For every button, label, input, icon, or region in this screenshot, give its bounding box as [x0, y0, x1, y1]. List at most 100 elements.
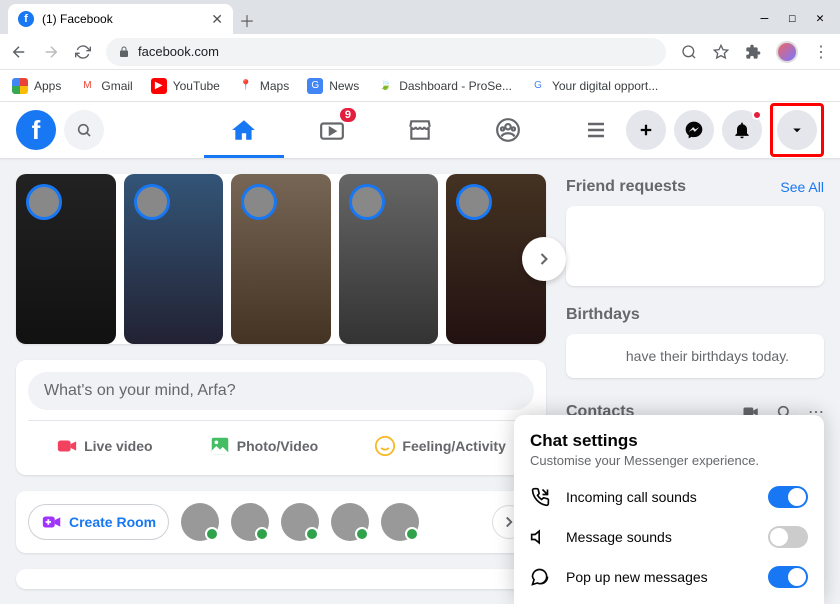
bookmark-digital[interactable]: GYour digital opport... [530, 78, 658, 94]
toggle-popup-messages[interactable] [768, 566, 808, 588]
bell-icon [732, 120, 752, 140]
marketplace-icon [407, 117, 433, 143]
facebook-logo[interactable]: f [16, 110, 56, 150]
forward-button[interactable] [42, 43, 60, 61]
phone-icon [530, 487, 552, 507]
story-card[interactable] [124, 174, 224, 344]
nav-watch[interactable]: 9 [292, 104, 372, 156]
create-room-button[interactable]: Create Room [28, 504, 169, 540]
menu-icon[interactable]: ⋮ [812, 43, 830, 61]
birthdays-text: xxxxxx have their birthdays today. [566, 334, 824, 378]
star-icon[interactable] [712, 43, 730, 61]
bookmark-dashboard[interactable]: 🍃Dashboard - ProSe... [377, 78, 512, 94]
story-card[interactable] [16, 174, 116, 344]
watch-icon [319, 117, 345, 143]
zoom-icon[interactable] [680, 43, 698, 61]
browser-tab[interactable]: f (1) Facebook ✕ [8, 4, 233, 34]
bookmark-apps[interactable]: Apps [12, 78, 61, 94]
photo-icon [209, 435, 231, 457]
youtube-icon: ▶ [151, 78, 167, 94]
profile-avatar[interactable] [776, 41, 798, 63]
story-avatar [349, 184, 385, 220]
facebook-header-right [626, 103, 824, 157]
apps-icon [12, 78, 28, 94]
facebook-favicon: f [18, 11, 34, 27]
stories-row [16, 174, 546, 344]
facebook-search-button[interactable] [64, 110, 104, 150]
rooms-card: Create Room [16, 491, 546, 553]
account-dropdown-button[interactable] [777, 110, 817, 150]
chevron-down-icon [788, 121, 806, 139]
smiley-icon [374, 435, 396, 457]
facebook-header: f 9 [0, 102, 840, 158]
setting-incoming-calls: Incoming call sounds [530, 486, 808, 508]
messenger-button[interactable] [674, 110, 714, 150]
camera-icon [56, 435, 78, 457]
setting-label: Pop up new messages [566, 569, 754, 585]
section-title: Birthdays [566, 306, 640, 324]
story-card[interactable] [339, 174, 439, 344]
address-bar[interactable]: facebook.com [106, 38, 666, 66]
account-highlight [770, 103, 824, 157]
chat-icon [530, 567, 552, 587]
feed-card [16, 569, 546, 589]
chat-settings-popover: Chat settings Customise your Messenger e… [514, 415, 824, 604]
room-contact-avatar[interactable] [281, 503, 319, 541]
popover-title: Chat settings [530, 431, 808, 451]
facebook-nav: 9 [204, 104, 636, 156]
maximize-button[interactable]: ☐ [788, 11, 796, 26]
room-contact-avatar[interactable] [331, 503, 369, 541]
composer-input[interactable]: What's on your mind, Arfa? [28, 372, 534, 410]
hamburger-icon [584, 118, 608, 142]
popover-subtitle: Customise your Messenger experience. [530, 453, 808, 468]
bookmark-gmail[interactable]: MGmail [79, 78, 132, 94]
back-button[interactable] [10, 43, 28, 61]
google-icon: G [530, 78, 546, 94]
url-text: facebook.com [138, 44, 219, 59]
bookmark-news[interactable]: GNews [307, 78, 359, 94]
nav-menu[interactable] [556, 104, 636, 156]
window-controls: — ☐ ✕ [761, 11, 840, 34]
nav-home[interactable] [204, 104, 284, 156]
story-avatar [26, 184, 62, 220]
composer-actions: Live video Photo/Video Feeling/Activity [28, 420, 534, 463]
extensions-icon[interactable] [744, 43, 762, 61]
room-contact-avatar[interactable] [231, 503, 269, 541]
gmail-icon: M [79, 78, 95, 94]
browser-titlebar: f (1) Facebook ✕ ＋ — ☐ ✕ [0, 0, 840, 34]
bookmark-maps[interactable]: 📍Maps [238, 78, 289, 94]
video-plus-icon [41, 511, 63, 533]
bookmark-youtube[interactable]: ▶YouTube [151, 78, 220, 94]
photo-video-button[interactable]: Photo/Video [199, 429, 328, 463]
stories-next-button[interactable] [522, 237, 566, 281]
setting-label: Incoming call sounds [566, 489, 754, 505]
groups-icon [495, 117, 521, 143]
minimize-button[interactable]: — [761, 11, 769, 26]
nav-marketplace[interactable] [380, 104, 460, 156]
story-avatar [134, 184, 170, 220]
bookmarks-bar: Apps MGmail ▶YouTube 📍Maps GNews 🍃Dashbo… [0, 70, 840, 102]
setting-label: Message sounds [566, 529, 754, 545]
create-button[interactable] [626, 110, 666, 150]
birthdays-header: Birthdays [566, 302, 824, 334]
new-tab-button[interactable]: ＋ [233, 6, 261, 34]
story-avatar [456, 184, 492, 220]
home-icon [231, 117, 257, 143]
plus-icon [637, 121, 655, 139]
reload-button[interactable] [74, 43, 92, 61]
room-contact-avatar[interactable] [381, 503, 419, 541]
live-video-button[interactable]: Live video [46, 429, 162, 463]
toggle-incoming-calls[interactable] [768, 486, 808, 508]
feeling-button[interactable]: Feeling/Activity [364, 429, 515, 463]
story-card[interactable] [231, 174, 331, 344]
friend-requests-box [566, 206, 824, 286]
close-window-button[interactable]: ✕ [816, 11, 824, 26]
toggle-message-sounds[interactable] [768, 526, 808, 548]
see-all-link[interactable]: See All [780, 179, 824, 195]
setting-message-sounds: Message sounds [530, 526, 808, 548]
tab-close-icon[interactable]: ✕ [211, 11, 223, 28]
nav-groups[interactable] [468, 104, 548, 156]
notifications-button[interactable] [722, 110, 762, 150]
room-contact-avatar[interactable] [181, 503, 219, 541]
story-avatar [241, 184, 277, 220]
